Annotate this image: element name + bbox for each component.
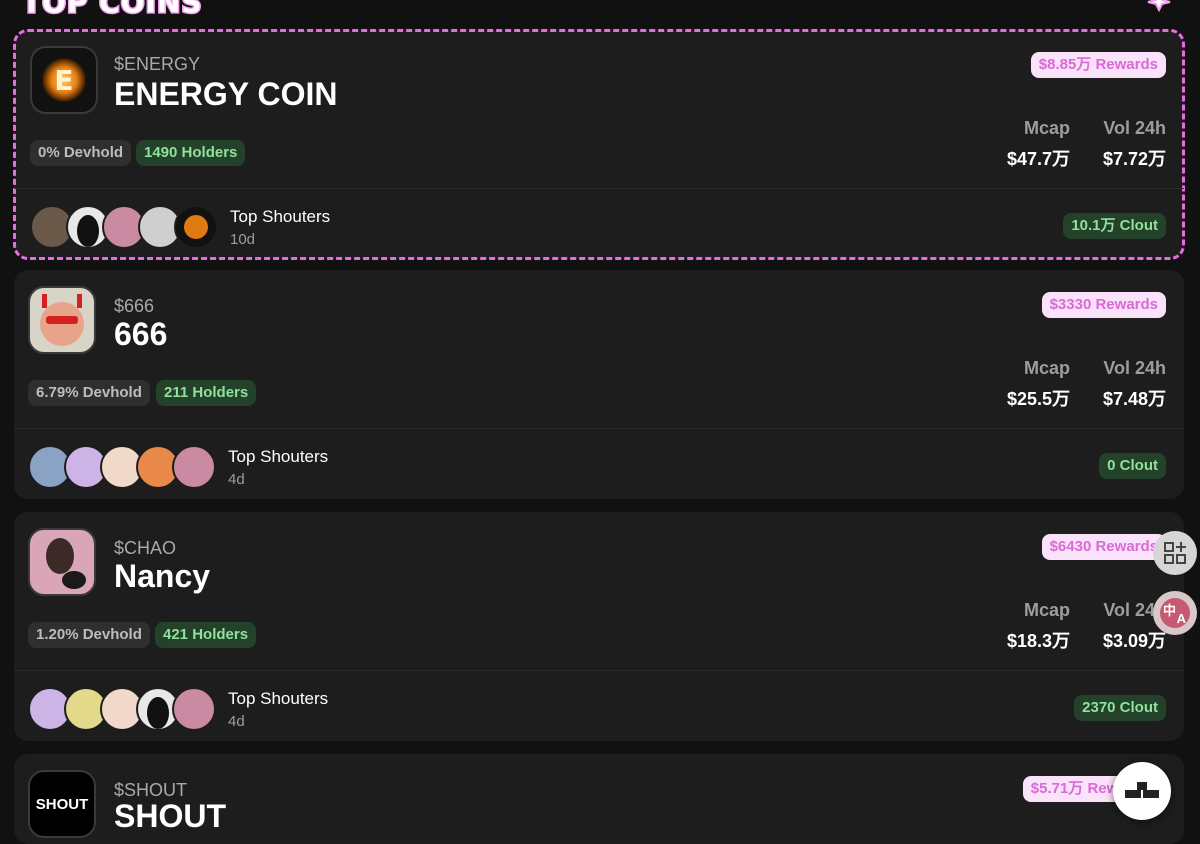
grid-add-icon[interactable] <box>1153 531 1197 575</box>
holders-badge: 211 Holders <box>156 380 257 406</box>
coin-card-header: $666 666 $3330 Rewards 6.79% Devhold 211… <box>14 270 1184 429</box>
coin-name: Nancy <box>114 558 211 594</box>
sparkle-icon[interactable] <box>1146 0 1172 12</box>
shouter-avatars <box>28 687 228 731</box>
holders-badge: 1490 Holders <box>136 140 246 166</box>
coin-card-666[interactable]: $666 666 $3330 Rewards 6.79% Devhold 211… <box>14 270 1184 499</box>
coin-card-shout[interactable]: SHOUT $SHOUT SHOUT $5.71万 Rewards <box>14 754 1184 844</box>
coin-name: 666 <box>114 316 168 352</box>
vol-stat: Vol 24h $7.72万 <box>1103 118 1166 171</box>
avatar <box>172 445 216 489</box>
page-title: TOP COINS <box>21 0 204 21</box>
mcap-label: Mcap <box>1023 118 1070 138</box>
shout-logo-text: SHOUT <box>35 795 89 813</box>
vol-value: $3.09万 <box>1102 631 1166 651</box>
svg-text:E: E <box>54 64 73 97</box>
coin-ticker: $CHAO <box>114 538 177 558</box>
mcap-stat: Mcap $18.3万 <box>1007 600 1070 653</box>
vol-value: $7.72万 <box>1102 149 1166 169</box>
rewards-badge: $6430 Rewards <box>1041 534 1166 560</box>
avatar <box>172 687 216 731</box>
shouters-age: 4d <box>228 713 245 730</box>
energy-coin-logo-icon: E <box>30 46 98 114</box>
coin-name: ENERGY COIN <box>114 76 338 112</box>
coin-card-header: E $ENERGY ENERGY COIN $8.85万 Rewards 0% … <box>14 30 1184 189</box>
shout-logo-icon: SHOUT <box>28 770 96 838</box>
avatar <box>174 205 218 249</box>
devhold-badge: 6.79% Devhold <box>28 380 150 406</box>
coin-ticker: $ENERGY <box>114 54 201 74</box>
vol-label: Vol 24h <box>1103 118 1166 138</box>
mcap-stat: Mcap $47.7万 <box>1007 118 1070 171</box>
holders-badge: 421 Holders <box>155 622 257 648</box>
translate-icon[interactable]: 中 A <box>1153 591 1197 635</box>
portrait-avatar-icon <box>28 528 96 596</box>
rewards-badge: $3330 Rewards <box>1041 292 1166 318</box>
translate-glyph: 中 <box>1163 603 1177 618</box>
top-shouters-label: Top Shouters <box>228 447 329 466</box>
blocks-icon <box>1125 782 1159 798</box>
vol-value: $7.48万 <box>1102 389 1166 409</box>
shouters-age: 10d <box>230 231 256 248</box>
top-shouters-row[interactable]: Top Shouters 4d 0 Clout <box>14 429 1184 499</box>
coin-ticker: $666 <box>114 296 155 316</box>
mcap-value: $25.5万 <box>1006 389 1070 409</box>
mcap-label: Mcap <box>1023 358 1070 378</box>
top-shouters-row[interactable]: Top Shouters 4d 2370 Clout <box>14 671 1184 741</box>
top-shouters-label: Top Shouters <box>228 689 329 708</box>
cartoon-face-avatar-icon <box>28 286 96 354</box>
shouters-age: 4d <box>228 471 245 488</box>
rewards-badge: $8.85万 Rewards <box>1030 52 1166 78</box>
clout-badge: 10.1万 Clout <box>1063 213 1166 239</box>
vol-stat: Vol 24h $7.48万 <box>1103 358 1166 411</box>
clout-badge: 0 Clout <box>1099 453 1166 479</box>
clout-badge: 2370 Clout <box>1074 695 1166 721</box>
coin-card-energy[interactable]: E $ENERGY ENERGY COIN $8.85万 Rewards 0% … <box>13 29 1185 260</box>
devhold-badge: 0% Devhold <box>30 140 132 166</box>
top-shouters-row[interactable]: Top Shouters 10d 10.1万 Clout <box>14 189 1184 259</box>
mcap-value: $18.3万 <box>1006 631 1070 651</box>
coin-card-header: $CHAO Nancy $6430 Rewards 1.20% Devhold … <box>14 512 1184 671</box>
mcap-stat: Mcap $25.5万 <box>1007 358 1070 411</box>
mcap-label: Mcap <box>1023 600 1070 620</box>
shouter-avatars <box>30 205 230 249</box>
coin-card-chao[interactable]: $CHAO Nancy $6430 Rewards 1.20% Devhold … <box>14 512 1184 741</box>
top-shouters-label: Top Shouters <box>230 207 331 226</box>
devhold-badge: 1.20% Devhold <box>28 622 150 648</box>
vol-label: Vol 24h <box>1103 358 1166 378</box>
translate-glyph-2: A <box>1176 611 1186 626</box>
floating-action-button[interactable] <box>1113 762 1171 820</box>
coin-name: SHOUT <box>114 798 226 834</box>
mcap-value: $47.7万 <box>1006 149 1070 169</box>
shouter-avatars <box>28 445 228 489</box>
